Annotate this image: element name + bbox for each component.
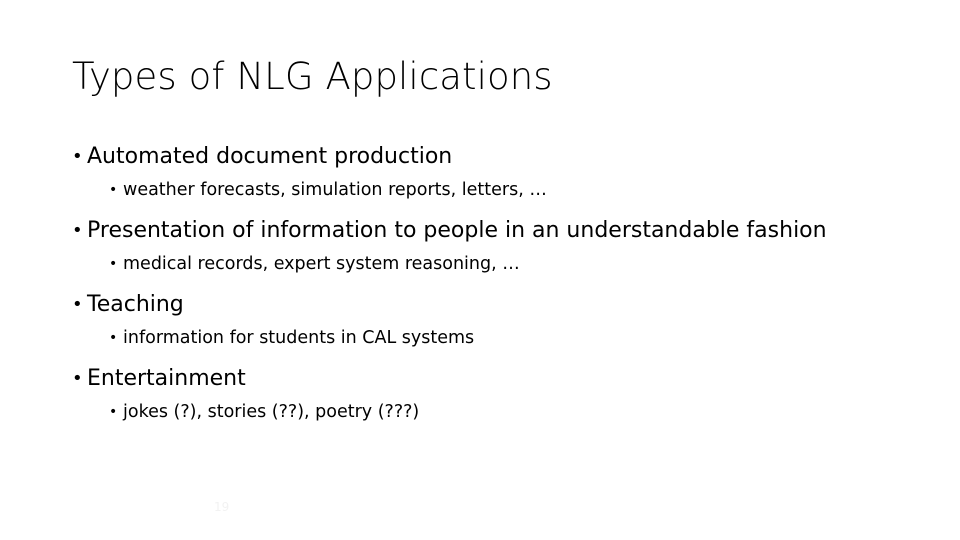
list-item-level2-label: information for students in CAL systems <box>123 328 475 348</box>
page-number: 19 <box>214 500 230 514</box>
page-title: Types of NLG Applications <box>72 55 553 98</box>
list-item-level2-label: weather forecasts, simulation reports, l… <box>123 180 547 200</box>
list-item-level2: • weather forecasts, simulation reports,… <box>109 176 912 204</box>
bullet-list: • Automated document production • weathe… <box>72 142 912 426</box>
bullet-dot-icon: • <box>72 294 83 315</box>
list-item-level1: • Teaching <box>72 290 912 320</box>
list-item-level2: • medical records, expert system reasoni… <box>109 250 912 278</box>
bullet-group: • Automated document production • weathe… <box>72 142 912 204</box>
list-item-level2: • jokes (?), stories (??), poetry (???) <box>109 398 912 426</box>
list-item-level2-label: medical records, expert system reasoning… <box>123 254 520 274</box>
list-item-level2: • information for students in CAL system… <box>109 324 912 352</box>
list-item-level1-label: Entertainment <box>87 366 246 391</box>
bullet-dot-icon: • <box>72 368 83 389</box>
bullet-group: • Entertainment • jokes (?), stories (??… <box>72 364 912 426</box>
bullet-dot-icon: • <box>109 256 118 272</box>
bullet-dot-icon: • <box>109 330 118 346</box>
list-item-level2-label: jokes (?), stories (??), poetry (???) <box>123 402 420 422</box>
list-item-level1-label: Automated document production <box>87 144 453 169</box>
bullet-group: • Teaching • information for students in… <box>72 290 912 352</box>
list-item-level1-label: Presentation of information to people in… <box>87 218 827 243</box>
list-item-level1: • Presentation of information to people … <box>72 216 912 246</box>
list-item-level1: • Automated document production <box>72 142 912 172</box>
bullet-dot-icon: • <box>72 220 83 241</box>
slide: Types of NLG Applications • Automated do… <box>0 0 960 540</box>
list-item-level1: • Entertainment <box>72 364 912 394</box>
bullet-dot-icon: • <box>109 182 118 198</box>
bullet-dot-icon: • <box>109 404 118 420</box>
bullet-dot-icon: • <box>72 146 83 167</box>
bullet-group: • Presentation of information to people … <box>72 216 912 278</box>
list-item-level1-label: Teaching <box>87 292 184 317</box>
